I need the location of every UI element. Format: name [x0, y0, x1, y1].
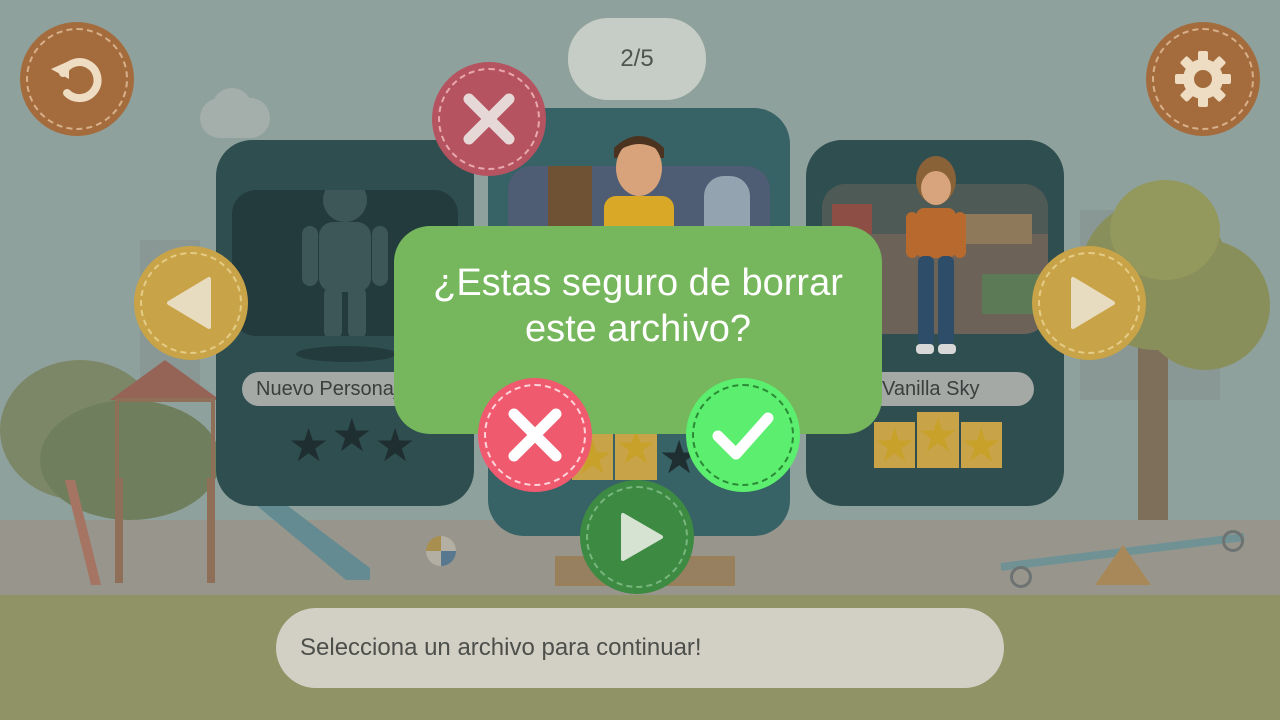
next-button[interactable]: [1032, 246, 1146, 360]
shadow: [296, 346, 396, 362]
button-ring: [26, 28, 128, 130]
cross-icon: [508, 408, 562, 462]
settings-button[interactable]: [1146, 22, 1260, 136]
page-counter: 2/5: [568, 18, 706, 100]
star-icon: ★: [331, 409, 373, 461]
star-icon: ★: [374, 419, 416, 471]
button-ring: [438, 68, 540, 170]
star-icon: ★: [288, 419, 330, 471]
delete-button[interactable]: [432, 62, 546, 176]
hint-bar: Selecciona un archivo para continuar!: [276, 608, 1004, 688]
previous-button[interactable]: [134, 246, 248, 360]
confirm-delete-dialog: ¿Estas seguro de borrar este archivo?: [394, 226, 882, 434]
star-rating: ★ ★ ★: [288, 412, 416, 468]
hint-text: Selecciona un archivo para continuar!: [300, 634, 702, 661]
undo-button[interactable]: [20, 22, 134, 136]
button-ring: [586, 486, 688, 588]
confirm-delete-button[interactable]: [686, 378, 800, 492]
star-icon: ★: [874, 419, 916, 471]
star-icon: ★: [917, 412, 959, 468]
star-icon: ★: [960, 419, 1002, 471]
star-rating: ★ ★ ★: [874, 412, 1002, 468]
cancel-delete-button[interactable]: [478, 378, 592, 492]
button-ring: [140, 252, 242, 354]
dialog-question: ¿Estas seguro de borrar este archivo?: [433, 262, 843, 350]
button-ring: [1038, 252, 1140, 354]
character-figure: [906, 156, 966, 354]
check-icon: [712, 412, 774, 460]
play-button[interactable]: [580, 480, 694, 594]
button-ring: [1152, 28, 1254, 130]
